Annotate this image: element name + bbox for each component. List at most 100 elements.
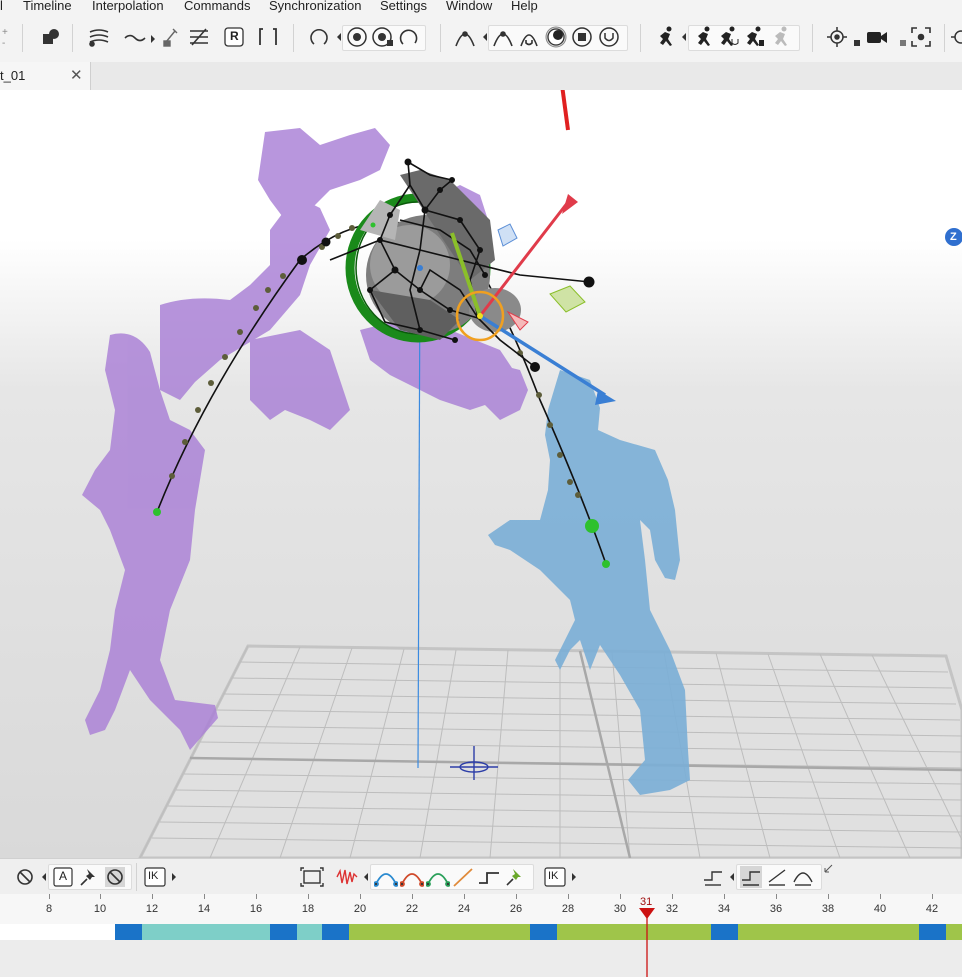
menu-item-commands[interactable]: Commands: [184, 0, 250, 14]
interp-clamped-icon[interactable]: [426, 866, 450, 888]
run-figure-disabled-icon[interactable]: [769, 26, 791, 48]
loop-alt-icon[interactable]: [398, 26, 420, 48]
menu-item-help[interactable]: Help: [511, 0, 538, 14]
target-solid-icon[interactable]: [545, 26, 567, 48]
dropdown-arrow-icon[interactable]: [337, 33, 341, 41]
menu-item-interpolation[interactable]: Interpolation: [92, 0, 164, 14]
dropdown-arrow-icon[interactable]: [42, 873, 46, 881]
eyedropper-lock-icon[interactable]: [160, 26, 182, 48]
wave-curve-icon[interactable]: [124, 26, 146, 48]
arc-add-icon[interactable]: [454, 26, 476, 48]
dropdown-arrow-icon[interactable]: [730, 873, 734, 881]
curve-edit-icon[interactable]: [188, 26, 210, 48]
tangent-step-icon[interactable]: [702, 866, 724, 888]
dropdown-arrow-icon[interactable]: [572, 873, 576, 881]
run-figure-icon[interactable]: [692, 26, 714, 48]
z-axis-badge[interactable]: Z: [945, 228, 962, 246]
ruler-tick: 40: [873, 903, 887, 915]
timeline-track-area[interactable]: [0, 940, 962, 977]
key-strip[interactable]: [0, 924, 962, 940]
dropdown-arrow-icon[interactable]: [483, 33, 487, 41]
ik-button[interactable]: IK: [144, 866, 166, 888]
scene-canvas[interactable]: [0, 90, 962, 858]
interpolation-segment[interactable]: [946, 924, 962, 940]
close-icon[interactable]: ✕: [70, 66, 83, 84]
dropdown-arrow-icon[interactable]: [364, 873, 368, 881]
ruler-tick: 24: [457, 903, 471, 915]
playhead[interactable]: [639, 906, 657, 977]
tangent-smooth-icon[interactable]: [792, 866, 814, 888]
dropdown-arrow-icon[interactable]: [172, 873, 176, 881]
interp-straight-icon[interactable]: [452, 866, 474, 888]
keyframe-block[interactable]: [115, 924, 142, 940]
toolbar-separator: [293, 24, 294, 52]
menu-item-synchronization[interactable]: Synchronization: [269, 0, 362, 14]
ik-button-secondary[interactable]: IK: [544, 866, 566, 888]
toolbar-separator: [136, 863, 137, 891]
keyframe-block[interactable]: [270, 924, 297, 940]
menu-item-window[interactable]: Window: [446, 0, 492, 14]
interpolation-segment[interactable]: [557, 924, 711, 940]
red-callout-arrow: [560, 90, 570, 131]
curve-list-icon[interactable]: [88, 26, 110, 48]
panel-collapse-icon[interactable]: [824, 863, 834, 873]
keyframe-block[interactable]: [530, 924, 557, 940]
tangent-linear-icon[interactable]: [766, 866, 788, 888]
stop-circle-icon[interactable]: [571, 26, 593, 48]
timeline-ruler[interactable]: 8 10 12 14 16 18 20 22 24 26 28 30 32 34…: [0, 894, 962, 924]
svg-text:+: +: [2, 27, 8, 38]
noise-wave-icon[interactable]: [336, 866, 358, 888]
tab-label: t_01: [0, 68, 26, 83]
run-figure-u-icon[interactable]: [717, 26, 739, 48]
menu-bar: l Timeline Interpolation Commands Synchr…: [0, 0, 962, 16]
dropdown-arrow-icon[interactable]: [151, 35, 155, 43]
interpolation-segment[interactable]: [738, 924, 919, 940]
no-entry-icon[interactable]: [14, 866, 36, 888]
layer-shape-icon[interactable]: [40, 26, 62, 48]
r-button[interactable]: R: [223, 26, 245, 48]
keyframe-block[interactable]: [322, 924, 349, 940]
r-button-label: R: [230, 29, 239, 43]
run-figure-lock-icon[interactable]: [743, 26, 765, 48]
u-circle-icon[interactable]: [598, 26, 620, 48]
a-button[interactable]: A: [52, 866, 74, 888]
dropdown-arrow-icon[interactable]: [682, 33, 686, 41]
bracket-icon[interactable]: [257, 26, 279, 48]
focus-frame-icon[interactable]: [910, 26, 932, 48]
add-remove-icon[interactable]: + -: [0, 26, 14, 48]
loop-icon[interactable]: [308, 26, 330, 48]
ruler-tick: 20: [353, 903, 367, 915]
arc-u-icon[interactable]: [518, 26, 540, 48]
camera-lock-icon[interactable]: [372, 26, 394, 48]
toolbar-separator: [812, 24, 813, 52]
ruler-tick: 10: [93, 903, 107, 915]
camera-loop-icon[interactable]: [346, 26, 368, 48]
menu-item-settings[interactable]: Settings: [380, 0, 427, 14]
keyframe-block[interactable]: [711, 924, 738, 940]
crosshair-target-icon[interactable]: [826, 26, 848, 48]
interpolation-segment[interactable]: [297, 924, 322, 940]
interpolation-segment[interactable]: [349, 924, 530, 940]
menu-item-timeline[interactable]: Timeline: [23, 0, 72, 14]
run-figure-icon[interactable]: [654, 26, 676, 48]
frame-range-icon[interactable]: [300, 866, 324, 888]
no-entry-icon[interactable]: [104, 866, 126, 888]
interpolation-segment[interactable]: [142, 924, 270, 940]
ruler-tick: 22: [405, 903, 419, 915]
interp-smooth-icon[interactable]: [374, 866, 398, 888]
3d-viewport[interactable]: Z: [0, 90, 962, 858]
ruler-tick: 14: [197, 903, 211, 915]
ruler-tick: 30: [613, 903, 627, 915]
keyframe-block[interactable]: [919, 924, 946, 940]
arc-plus-icon[interactable]: [492, 26, 514, 48]
tab-document[interactable]: t_01 ✕: [0, 62, 91, 90]
empty-segment: [0, 924, 115, 940]
interp-linear-icon[interactable]: [400, 866, 424, 888]
tangent-step-icon[interactable]: [740, 866, 762, 888]
video-camera-icon[interactable]: [866, 26, 888, 48]
interp-step-icon[interactable]: [478, 866, 500, 888]
menu-item-file[interactable]: l: [0, 0, 3, 14]
pin-icon[interactable]: [78, 866, 100, 888]
interp-pin-icon[interactable]: [504, 866, 526, 888]
crosshair-target-icon[interactable]: [950, 26, 962, 48]
